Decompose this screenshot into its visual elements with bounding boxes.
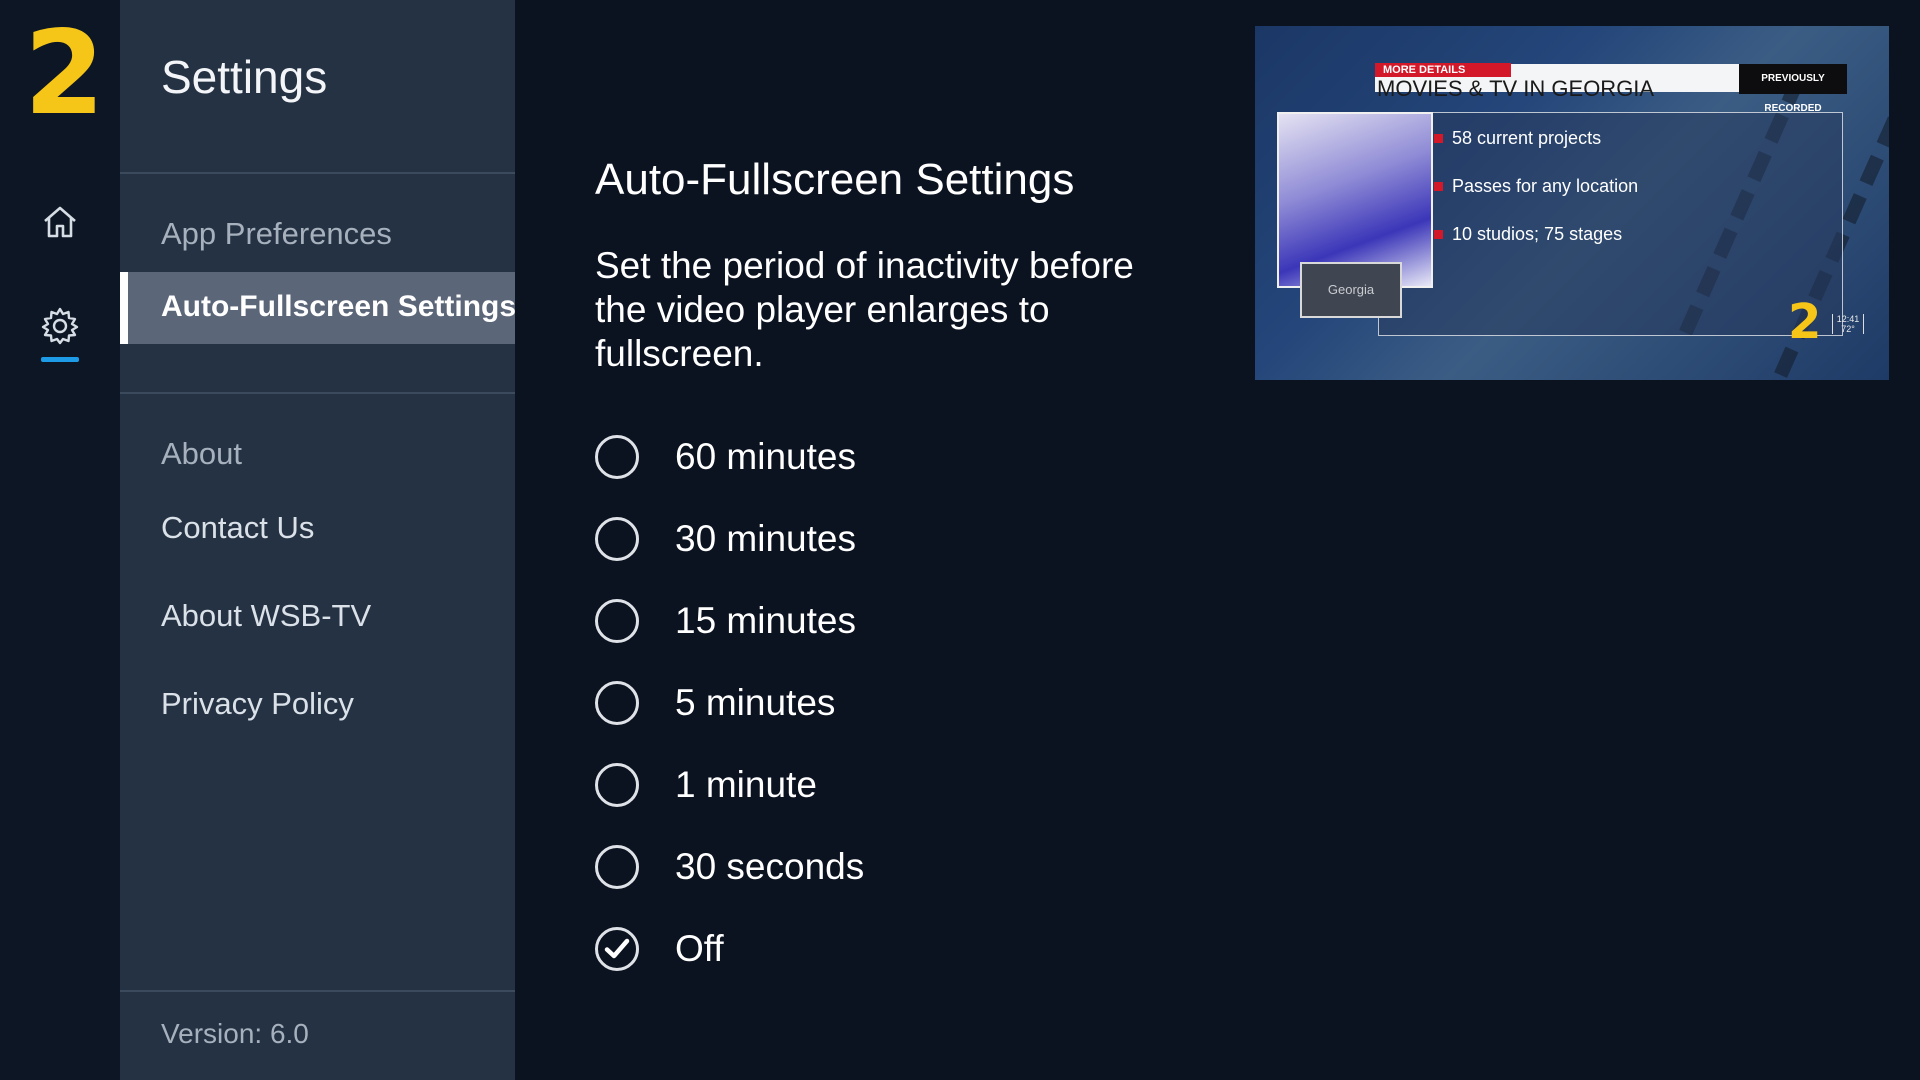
option-30-seconds[interactable]: 30 seconds [595, 842, 864, 892]
nav-app-preferences[interactable]: App Preferences [161, 216, 392, 252]
radio-button[interactable] [595, 763, 639, 807]
radio-button[interactable] [595, 681, 639, 725]
option-label: 5 minutes [675, 682, 836, 723]
radio-button[interactable] [595, 599, 639, 643]
time-temp-readout: 12:41 72° [1832, 314, 1864, 334]
bullet-item: 58 current projects [1433, 128, 1602, 148]
option-label: 30 seconds [675, 846, 865, 887]
page-description: Set the period of inactivity before the … [595, 245, 1134, 374]
bullet-item: 10 studios; 75 stages [1433, 224, 1623, 244]
nav-auto-fullscreen-settings[interactable]: Auto-Fullscreen Settings [120, 272, 517, 344]
nav-contact-us[interactable]: Contact Us [161, 510, 314, 546]
option-5-minutes[interactable]: 5 minutes [595, 678, 835, 728]
option-15-minutes[interactable]: 15 minutes [595, 596, 856, 646]
station-logo: 2 [24, 6, 105, 141]
gear-icon [41, 307, 79, 345]
rail-settings-button[interactable] [30, 296, 90, 356]
option-60-minutes[interactable]: 60 minutes [595, 432, 856, 482]
selection-bar [120, 272, 128, 344]
bullet-item: Passes for any location [1433, 176, 1639, 196]
option-off[interactable]: Off [595, 924, 724, 974]
nav-about-header: About [161, 436, 243, 471]
option-30-minutes[interactable]: 30 minutes [595, 514, 856, 564]
radio-button[interactable] [595, 845, 639, 889]
temp-text: 72° [1841, 324, 1855, 334]
settings-panel: Settings App Preferences Auto-Fullscreen… [120, 0, 517, 1080]
radio-button-checked[interactable] [595, 927, 639, 971]
page-title: Auto-Fullscreen Settings [595, 155, 1075, 204]
left-rail: 2 [0, 0, 120, 1080]
more-details-tag: MORE DETAILS [1375, 63, 1511, 77]
divider [120, 172, 515, 174]
option-label: 60 minutes [675, 436, 856, 477]
option-label: 15 minutes [675, 600, 856, 641]
video-headline: MOVIES & TV IN GEORGIA [1377, 76, 1655, 101]
video-player-preview[interactable]: MORE DETAILS MOVIES & TV IN GEORGIA PREV… [1255, 26, 1889, 380]
rail-home-button[interactable] [30, 192, 90, 252]
option-label: 30 minutes [675, 518, 856, 559]
nav-about-wsb-tv[interactable]: About WSB-TV [161, 598, 371, 634]
channel-watermark: 2 [1788, 294, 1822, 350]
time-text: 12:41 [1836, 314, 1860, 324]
checkmark-icon [604, 938, 630, 959]
option-label: 1 minute [675, 764, 817, 805]
divider [120, 392, 515, 394]
previously-recorded-badge: PREVIOUSLY RECORDED [1739, 64, 1847, 114]
home-icon [44, 206, 76, 238]
divider [120, 990, 515, 992]
version-label: Version: 6.0 [161, 1018, 309, 1049]
georgia-logo: Georgia [1300, 262, 1402, 318]
panel-title: Settings [161, 51, 328, 103]
active-indicator [41, 357, 79, 362]
radio-button[interactable] [595, 435, 639, 479]
option-1-minute[interactable]: 1 minute [595, 760, 817, 810]
nav-privacy-policy[interactable]: Privacy Policy [161, 686, 354, 722]
nav-selected-label: Auto-Fullscreen Settings [161, 290, 517, 323]
option-label: Off [675, 928, 724, 969]
radio-button[interactable] [595, 517, 639, 561]
